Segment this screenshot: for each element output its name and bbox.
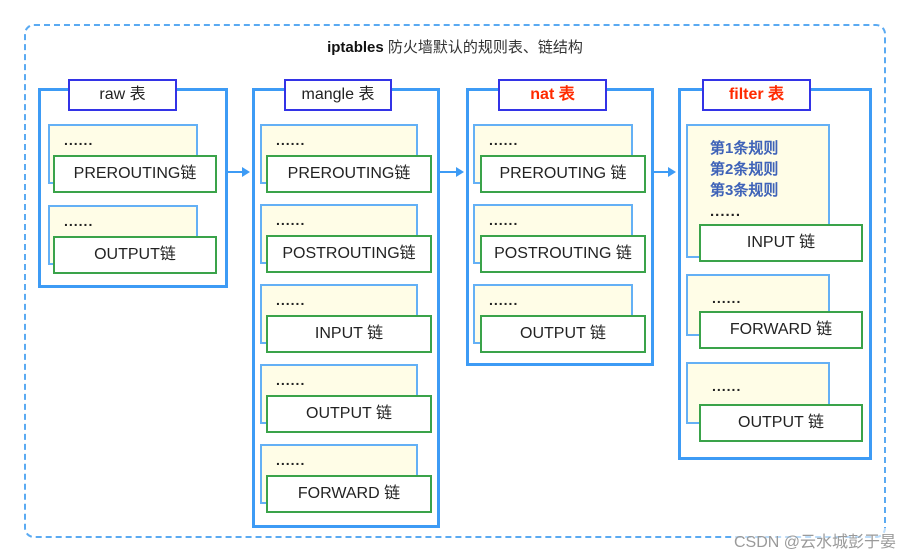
raw-table-header: raw 表 [68,79,177,111]
filter-forward-chain: FORWARD 链 [699,311,863,349]
ellipsis: ...... [276,452,306,468]
mangle-output-chain: OUTPUT 链 [266,395,432,433]
ellipsis: ...... [64,132,94,148]
arrow-mangle-to-nat [440,167,464,177]
arrow-raw-to-mangle [228,167,250,177]
ellipsis: ...... [712,378,742,394]
raw-output-chain: OUTPUT链 [53,236,217,274]
filter-input-chain: INPUT 链 [699,224,863,262]
mangle-forward-chain: FORWARD 链 [266,475,432,513]
ellipsis: ...... [489,292,519,308]
raw-prerouting-chain: PREROUTING链 [53,155,217,193]
nat-table-header: nat 表 [498,79,607,111]
mangle-input-chain: INPUT 链 [266,315,432,353]
diagram-title: iptables 防火墙默认的规则表、链结构 [0,36,910,57]
rule-item: 第1条规则 [710,140,779,157]
rule-list: 第1条规则 第2条规则 第3条规则 ...... [710,138,778,223]
mangle-prerouting-chain: PREROUTING链 [266,155,432,193]
rule-item: 第2条规则 [710,161,779,178]
filter-table-header: filter 表 [702,79,811,111]
title-description: 防火墙默认的规则表、链结构 [383,39,583,56]
nat-postrouting-chain: POSTROUTING 链 [480,235,646,273]
nat-prerouting-chain: PREROUTING 链 [480,155,646,193]
filter-output-chain: OUTPUT 链 [699,404,863,442]
ellipsis: ...... [64,213,94,229]
ellipsis: ...... [489,212,519,228]
mangle-table-header: mangle 表 [284,79,392,111]
arrow-nat-to-filter [654,167,676,177]
ellipsis: ...... [276,292,306,308]
mangle-postrouting-chain: POSTROUTING链 [266,235,432,273]
ellipsis: ...... [489,132,519,148]
ellipsis: ...... [276,372,306,388]
rule-item: 第3条规则 [710,182,779,199]
nat-output-chain: OUTPUT 链 [480,315,646,353]
ellipsis: ...... [710,203,742,220]
ellipsis: ...... [712,290,742,306]
title-iptables: iptables [327,39,384,56]
ellipsis: ...... [276,132,306,148]
watermark: CSDN @云水城彭于晏 [733,528,896,552]
ellipsis: ...... [276,212,306,228]
